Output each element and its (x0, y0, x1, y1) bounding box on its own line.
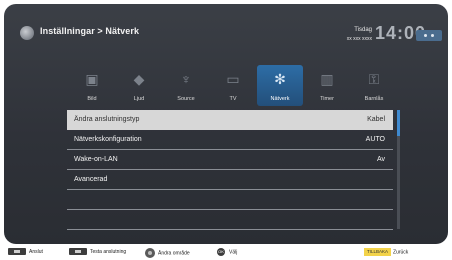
tab-ljud[interactable]: ◆ Ljud (116, 65, 162, 106)
tab-bild[interactable]: ▣ Bild (69, 65, 115, 106)
menu-item-label: Avancerad (74, 176, 108, 183)
hint-connect: Anslut (8, 248, 43, 255)
hint-label: Välj (229, 249, 238, 256)
tab-label: Ljud (133, 96, 145, 102)
back-key-icon: TILLBAKA (364, 248, 392, 256)
menu-item-value: Kabel (367, 116, 385, 123)
menu-item-label: Ändra anslutningstyp (74, 116, 140, 123)
menu-item-empty (67, 210, 393, 230)
tv-screen: Inställningar > Nätverk Tisdag xx xxx xx… (4, 4, 448, 244)
category-bar: ▣ Bild ◆ Ljud ♆ Source ▭ TV ✻ Nätverk ▥ … (67, 65, 394, 106)
settings-logo-icon (20, 26, 34, 40)
breadcrumb: Inställningar > Nätverk (40, 26, 140, 36)
ok-button-icon: OK (217, 248, 225, 256)
tab-tv[interactable]: ▭ TV (210, 65, 256, 106)
menu-item-wake-on-lan[interactable]: Wake-on-LAN Av (67, 150, 393, 170)
hint-label: Anslut (29, 248, 43, 255)
hint-label: Ändra område (158, 250, 190, 257)
menu-item-value: Av (376, 156, 385, 163)
menu-item-advanced[interactable]: Avancerad (67, 170, 393, 190)
hint-change-area: Ändra område (145, 248, 190, 258)
antenna-icon: ♆ (180, 71, 192, 87)
hint-back: TILLBAKA Zurück (364, 248, 408, 256)
settings-menu: Ändra anslutningstyp Kabel Nätverkskonfi… (67, 110, 393, 230)
hint-select: OK Välj (217, 248, 237, 256)
tab-source[interactable]: ♆ Source (163, 65, 209, 106)
tab-natverk[interactable]: ✻ Nätverk (257, 65, 303, 106)
date-day: Tisdag (354, 27, 372, 33)
status-badge (416, 30, 442, 41)
hint-label: Zurück (393, 249, 409, 256)
tab-timer[interactable]: ▥ Timer (304, 65, 350, 106)
tab-label: Bild (87, 96, 97, 102)
timer-icon: ▥ (320, 71, 334, 87)
tab-label: Barnlås (364, 96, 384, 102)
menu-item-label: Wake-on-LAN (74, 156, 118, 163)
footer-key-hints: Anslut Testa anslutning Ändra område OK V… (0, 244, 452, 260)
green-key-icon (69, 248, 87, 255)
date-number: xx xxx xxxx (346, 36, 372, 42)
scrollbar[interactable] (397, 110, 400, 229)
tab-label: TV (229, 96, 237, 102)
navigation-pad-icon (145, 248, 155, 258)
lock-icon: ⚿ (368, 71, 380, 87)
tv-icon: ▭ (226, 71, 240, 87)
tab-barnlas[interactable]: ⚿ Barnlås (351, 65, 397, 106)
tab-label: Source (177, 96, 195, 102)
hint-test-connection: Testa anslutning (69, 248, 126, 255)
menu-item-connection-type[interactable]: Ändra anslutningstyp Kabel (67, 110, 393, 130)
menu-item-label: Nätverkskonfiguration (74, 136, 142, 143)
menu-item-network-config[interactable]: Nätverkskonfiguration AUTO (67, 130, 393, 150)
menu-item-value: AUTO (365, 136, 385, 143)
tab-label: Timer (320, 96, 334, 102)
menu-item-empty (67, 190, 393, 210)
date-display: Tisdag xx xxx xxxx (328, 26, 372, 44)
tab-label: Nätverk (270, 96, 290, 102)
scrollbar-thumb[interactable] (397, 110, 400, 136)
red-key-icon (8, 248, 26, 255)
picture-icon: ▣ (85, 71, 99, 87)
hint-label: Testa anslutning (90, 248, 127, 255)
network-icon: ✻ (274, 71, 286, 87)
speaker-icon: ◆ (133, 71, 145, 87)
